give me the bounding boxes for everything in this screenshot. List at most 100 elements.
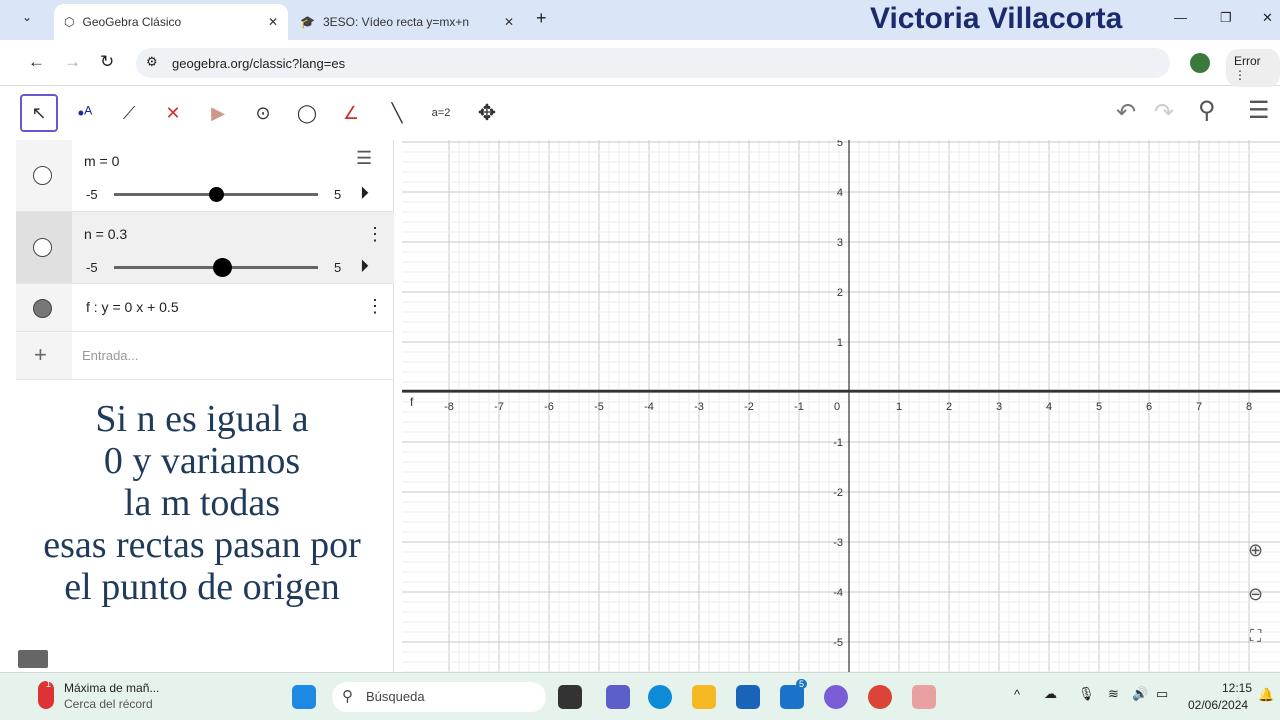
x-tick-label: -3 [694, 401, 704, 413]
conic-tool[interactable]: ◯ [288, 94, 326, 132]
clock-date[interactable]: 02/06/2024 [1188, 698, 1248, 712]
x-tick-label: -8 [444, 401, 454, 413]
slider-m-handle[interactable] [208, 187, 224, 202]
error-button[interactable]: Error ⋮ [1226, 49, 1280, 87]
reload-icon[interactable]: ↻ [100, 52, 114, 72]
y-tick-label: 5 [837, 140, 843, 149]
restore-button[interactable]: ❐ [1220, 10, 1232, 26]
more-options-icon[interactable]: ⋮ [366, 296, 384, 317]
close-tab-icon[interactable]: ✕ [504, 15, 514, 29]
y-tick-label: -4 [833, 587, 843, 599]
snipping-tool-icon[interactable] [912, 685, 936, 709]
y-tick-label: 1 [837, 337, 843, 349]
tab-bar: ⌄ ⬡ GeoGebra Clásico ✕ 🎓 3ESO: Vídeo rec… [0, 0, 1280, 40]
mortarboard-icon: 🎓 [300, 15, 315, 29]
tab-3eso[interactable]: 🎓 3ESO: Vídeo recta y=mx+n ✕ [290, 4, 524, 40]
taskbar: 1 Máxima de mañ... Cerca del récord ⚲ Bús… [0, 672, 1280, 720]
zoom-out-icon[interactable]: ⊖ [1248, 584, 1263, 605]
perpendicular-tool[interactable]: ✕ [154, 94, 192, 132]
x-tick-label: -2 [744, 401, 754, 413]
notification-bell-icon[interactable]: 🔔 [1258, 687, 1274, 703]
site-info-icon[interactable]: ⚙ [146, 54, 158, 70]
tab-list-button[interactable]: ⌄ [22, 10, 32, 24]
store-icon[interactable] [736, 685, 760, 709]
circle-tool[interactable]: ⊙ [244, 94, 282, 132]
volume-icon[interactable]: 🔊 [1132, 686, 1148, 702]
x-tick-label: 5 [1096, 401, 1102, 413]
chevron-up-icon[interactable]: ^ [1014, 687, 1020, 702]
y-tick-label: -2 [833, 487, 843, 499]
battery-icon[interactable]: ▭ [1156, 686, 1168, 702]
x-tick-label: -5 [594, 401, 604, 413]
reflect-tool[interactable]: ╲ [378, 94, 416, 132]
clock-time[interactable]: 12:15 [1222, 681, 1252, 695]
keyboard-icon[interactable] [18, 650, 48, 668]
plus-icon: + [34, 342, 47, 367]
y-tick-label: 3 [837, 237, 843, 249]
angle-tool[interactable]: ∠ [332, 94, 370, 132]
network-warning-icon[interactable]: ☁ [1044, 686, 1057, 702]
geogebra-icon: ⬡ [64, 15, 75, 29]
polygon-tool[interactable]: ▶ [199, 94, 237, 132]
microphone-icon[interactable]: 🎙 [1078, 686, 1095, 702]
x-tick-label: 8 [1246, 401, 1252, 413]
close-window-button[interactable]: ✕ [1262, 10, 1273, 26]
algebra-style-icon[interactable]: ☰ [356, 148, 372, 169]
file-explorer-icon[interactable] [692, 685, 716, 709]
close-tab-icon[interactable]: ✕ [268, 15, 278, 29]
teams-icon[interactable] [606, 685, 630, 709]
geogebra-toolbar: ↖ •ᴬ ⟋ ✕ ▶ ⊙ ◯ ∠ ╲ a=2 ✥ ↶ ↷ ⚲ ☰ [16, 88, 1280, 140]
search-box[interactable]: ⚲ Búsqueda [332, 682, 546, 712]
slider-n-handle[interactable] [212, 258, 232, 277]
x-tick-label: 4 [1046, 401, 1052, 413]
zoom-in-icon[interactable]: ⊕ [1248, 540, 1263, 561]
wifi-icon[interactable]: ≋ [1108, 686, 1119, 702]
profile-avatar[interactable] [1190, 53, 1210, 73]
copilot-icon[interactable] [824, 685, 848, 709]
search-icon: ⚲ [342, 688, 353, 705]
input-row[interactable]: + Entrada... [16, 332, 394, 380]
x-tick-label: -7 [494, 401, 504, 413]
fullscreen-icon[interactable]: ⛶ [1250, 628, 1261, 646]
x-tick-label: -4 [644, 401, 654, 413]
overlay-name: Victoria Villacorta [870, 2, 1123, 35]
input-field[interactable]: Entrada... [82, 348, 138, 363]
x-tick-label: 6 [1146, 401, 1152, 413]
y-tick-label: -1 [833, 437, 843, 449]
slider-tool[interactable]: a=2 [422, 94, 460, 132]
x-tick-label: 3 [996, 401, 1002, 413]
visibility-toggle[interactable] [33, 299, 52, 318]
x-tick-label: 7 [1196, 401, 1202, 413]
more-options-icon[interactable]: ⋮ [366, 224, 384, 245]
x-tick-label: 0 [834, 401, 840, 413]
edge-icon[interactable] [648, 685, 672, 709]
windows-start-icon[interactable] [292, 685, 316, 709]
redo-icon[interactable]: ↷ [1154, 98, 1174, 127]
visibility-toggle[interactable] [33, 166, 52, 185]
new-tab-button[interactable]: + [536, 8, 547, 29]
x-tick-label: 1 [896, 401, 902, 413]
y-tick-label: -5 [833, 637, 843, 649]
line-tool[interactable]: ⟋ [110, 94, 148, 132]
tab-geogebra[interactable]: ⬡ GeoGebra Clásico ✕ [54, 4, 288, 40]
task-view-icon[interactable] [558, 685, 582, 709]
menu-icon[interactable]: ☰ [1248, 96, 1270, 125]
move-tool[interactable]: ↖ [20, 94, 58, 132]
slider-n-row: n = 0.3 -5 5 ⏵ ⋮ [16, 212, 394, 284]
back-icon[interactable]: ← [28, 52, 45, 72]
url-field[interactable]: ⚙ geogebra.org/classic?lang=es [136, 48, 1170, 78]
play-icon[interactable]: ⏵ [360, 256, 369, 277]
visibility-toggle[interactable] [33, 238, 52, 257]
graphics-view[interactable]: f -8 -7 -6 -5 -4 -3 -2 -1 0 1 2 3 4 5 6 7 854321-1-2-3-4-… [402, 140, 1280, 672]
play-icon[interactable]: ⏵ [360, 183, 369, 204]
forward-icon[interactable]: → [64, 52, 81, 72]
point-tool[interactable]: •ᴬ [66, 94, 104, 132]
move-graphics-tool[interactable]: ✥ [468, 94, 506, 132]
search-icon[interactable]: ⚲ [1198, 96, 1216, 125]
y-tick-label: -3 [833, 537, 843, 549]
minimize-button[interactable]: — [1174, 10, 1187, 25]
chrome-icon[interactable] [868, 685, 892, 709]
x-tick-label: 2 [946, 401, 952, 413]
undo-icon[interactable]: ↶ [1116, 98, 1136, 127]
slider-m-row: m = 0 -5 5 ⏵ ☰ [16, 140, 394, 212]
